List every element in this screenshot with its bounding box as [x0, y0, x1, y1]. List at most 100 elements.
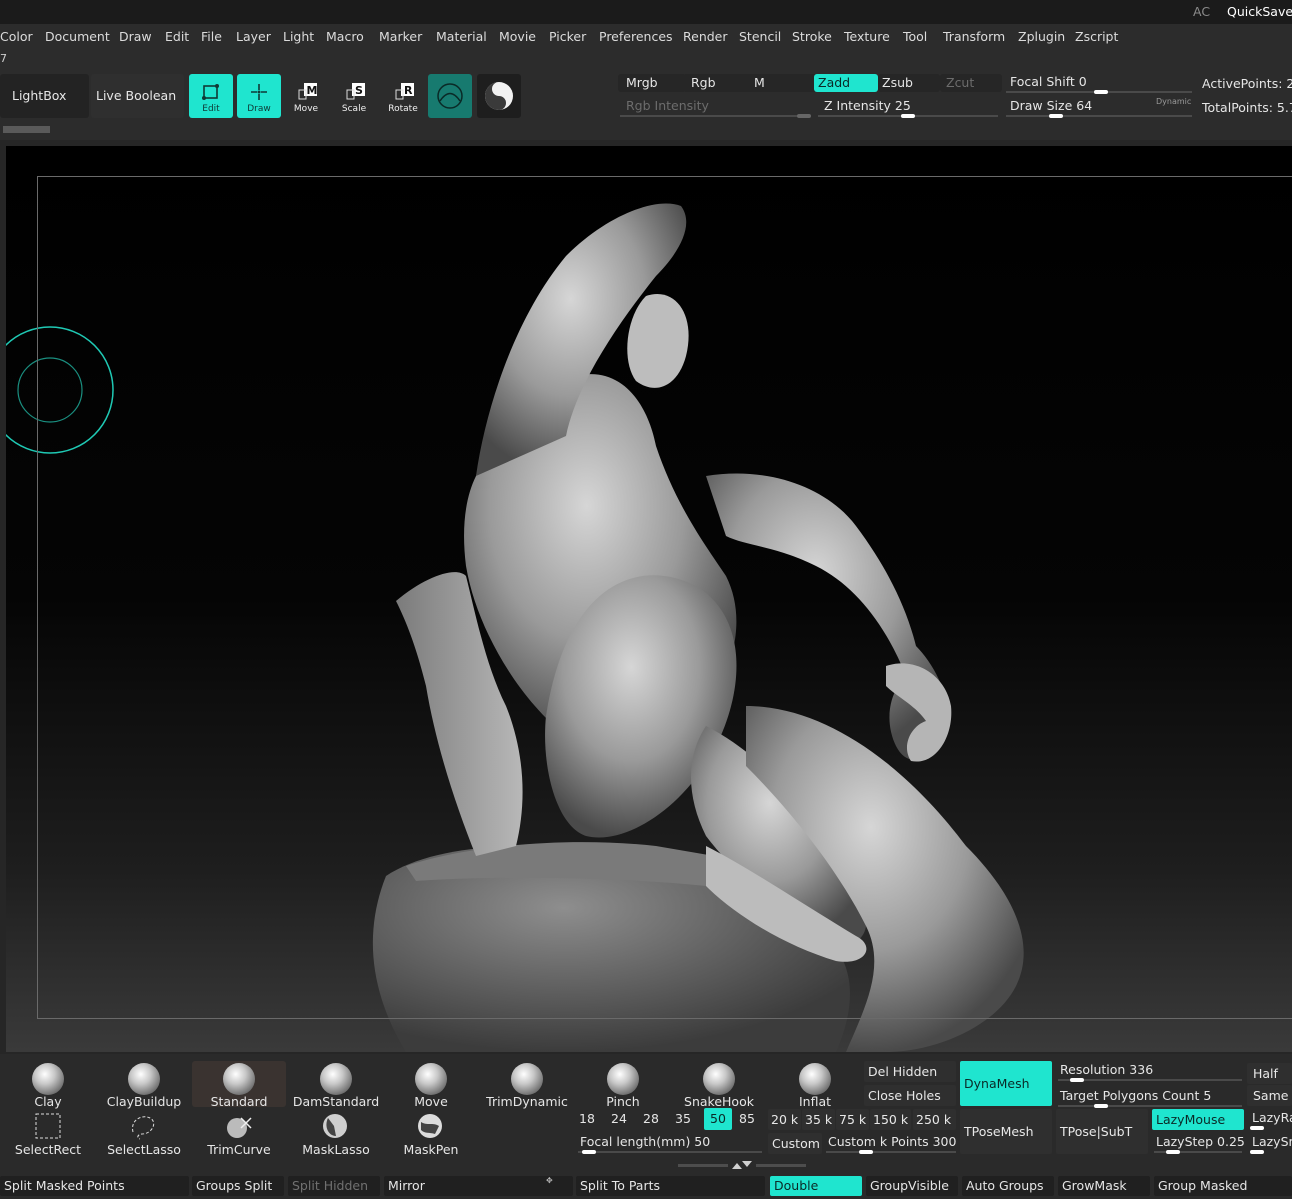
del-hidden-button[interactable]: Del Hidden — [864, 1061, 956, 1082]
lazymouse-button[interactable]: LazyMouse — [1152, 1109, 1244, 1130]
resolution-knob[interactable] — [1070, 1078, 1084, 1082]
menu-render[interactable]: Render — [683, 29, 728, 44]
focal-18-button[interactable]: 18 — [576, 1108, 598, 1130]
quicksave-button[interactable]: QuickSave — [1227, 4, 1292, 19]
target-polygons-slider[interactable] — [1058, 1105, 1242, 1107]
k-150-button[interactable]: 150 k — [870, 1109, 911, 1130]
zadd-button[interactable]: Zadd — [814, 74, 878, 92]
lazysmooth-knob[interactable] — [1250, 1150, 1264, 1154]
menu-texture[interactable]: Texture — [844, 29, 890, 44]
split-hidden-button[interactable]: Split Hidden — [288, 1176, 380, 1196]
zsub-button[interactable]: Zsub — [878, 74, 940, 92]
shelf-collapse-handle[interactable] — [678, 1161, 806, 1169]
live-boolean-button[interactable]: Live Boolean — [91, 74, 184, 118]
menu-macro[interactable]: Macro — [326, 29, 364, 44]
split-masked-points-button[interactable]: Split Masked Points — [0, 1176, 189, 1196]
menu-edit[interactable]: Edit — [165, 29, 189, 44]
menu-tool[interactable]: Tool — [903, 29, 927, 44]
split-to-parts-button[interactable]: Split To Parts — [576, 1176, 765, 1196]
brush-masklasso[interactable]: MaskLasso — [289, 1109, 383, 1157]
rotate-button[interactable]: R Rotate — [381, 74, 425, 118]
brush-damstandard[interactable]: DamStandard — [289, 1061, 383, 1109]
menu-stroke[interactable]: Stroke — [792, 29, 832, 44]
menu-marker[interactable]: Marker — [379, 29, 422, 44]
dynamesh-button[interactable]: DynaMesh — [960, 1061, 1052, 1106]
mirror-options-icon[interactable]: ✥ — [546, 1176, 553, 1185]
mirror-button[interactable]: Mirror — [384, 1176, 573, 1196]
z-intensity-knob[interactable] — [901, 114, 915, 118]
draw-size-knob[interactable] — [1049, 114, 1063, 118]
target-polygons-knob[interactable] — [1094, 1104, 1108, 1108]
brush-inflat[interactable]: Inflat — [768, 1061, 862, 1109]
focal-length-slider[interactable] — [578, 1151, 762, 1153]
move-button[interactable]: M Move — [284, 74, 328, 118]
draw-size-slider[interactable] — [1006, 115, 1192, 117]
tpose-subt-button[interactable]: TPose|SubT — [1056, 1109, 1148, 1154]
menu-color[interactable]: Color — [0, 29, 33, 44]
resolution-slider[interactable] — [1058, 1079, 1242, 1081]
k-75-button[interactable]: 75 k — [836, 1109, 869, 1130]
lightbox-button[interactable]: LightBox — [0, 74, 89, 118]
menu-picker[interactable]: Picker — [549, 29, 586, 44]
brush-pinch[interactable]: Pinch — [576, 1061, 670, 1109]
focal-shift-knob[interactable] — [1094, 90, 1108, 94]
brush-trimcurve[interactable]: TrimCurve — [192, 1109, 286, 1157]
same-button[interactable]: Same — [1247, 1085, 1292, 1106]
menu-light[interactable]: Light — [283, 29, 314, 44]
m-button[interactable]: M — [746, 74, 818, 92]
custom-k-slider[interactable] — [826, 1151, 956, 1153]
menu-zscript[interactable]: Zscript — [1075, 29, 1118, 44]
focal-28-button[interactable]: 28 — [640, 1108, 662, 1130]
groups-split-button[interactable]: Groups Split — [192, 1176, 284, 1196]
scale-button[interactable]: S Scale — [332, 74, 376, 118]
half-button[interactable]: Half — [1247, 1063, 1292, 1084]
double-button[interactable]: Double — [770, 1176, 862, 1196]
menu-zplugin[interactable]: Zplugin — [1018, 29, 1065, 44]
left-tray-handle[interactable] — [3, 126, 50, 133]
menu-preferences[interactable]: Preferences — [599, 29, 673, 44]
menu-transform[interactable]: Transform — [943, 29, 1005, 44]
menu-layer[interactable]: Layer — [236, 29, 271, 44]
menu-document[interactable]: Document — [45, 29, 110, 44]
brush-maskpen[interactable]: MaskPen — [384, 1109, 478, 1157]
growmask-button[interactable]: GrowMask — [1058, 1176, 1150, 1196]
k-35-button[interactable]: 35 k — [802, 1109, 835, 1130]
brush-trimdynamic[interactable]: TrimDynamic — [480, 1061, 574, 1109]
brush-move[interactable]: Move — [384, 1061, 478, 1109]
brush-snakehook[interactable]: SnakeHook — [672, 1061, 766, 1109]
texture-sphere-button[interactable] — [477, 74, 521, 118]
k-20-button[interactable]: 20 k — [768, 1109, 801, 1130]
focal-35-button[interactable]: 35 — [672, 1108, 694, 1130]
auto-groups-button[interactable]: Auto Groups — [962, 1176, 1054, 1196]
zcut-button[interactable]: Zcut — [940, 74, 1002, 92]
brush-clay[interactable]: Clay — [1, 1061, 95, 1109]
brush-standard[interactable]: Standard — [192, 1061, 286, 1109]
draw-button[interactable]: Draw — [237, 74, 281, 118]
rgb-intensity-slider[interactable] — [620, 115, 810, 117]
edit-button[interactable]: Edit — [189, 74, 233, 118]
sculpture-model[interactable] — [6, 146, 1292, 1052]
menu-draw[interactable]: Draw — [119, 29, 152, 44]
menu-movie[interactable]: Movie — [499, 29, 536, 44]
document-canvas[interactable] — [6, 146, 1292, 1052]
rgb-intensity-knob[interactable] — [797, 114, 811, 118]
material-sphere-button[interactable] — [428, 74, 472, 118]
menu-material[interactable]: Material — [436, 29, 487, 44]
brush-selectlasso[interactable]: SelectLasso — [97, 1109, 191, 1157]
dynamic-toggle[interactable]: Dynamic — [1156, 97, 1191, 106]
custom-button[interactable]: Custom — [768, 1133, 822, 1154]
lazyradius-knob[interactable] — [1250, 1126, 1264, 1130]
focal-24-button[interactable]: 24 — [608, 1108, 630, 1130]
rgb-button[interactable]: Rgb — [683, 74, 751, 92]
brush-claybuildup[interactable]: ClayBuildup — [97, 1061, 191, 1109]
menu-stencil[interactable]: Stencil — [739, 29, 781, 44]
custom-k-knob[interactable] — [859, 1150, 873, 1154]
focal-85-button[interactable]: 85 — [736, 1108, 758, 1130]
group-visible-button[interactable]: GroupVisible — [866, 1176, 958, 1196]
menu-file[interactable]: File — [201, 29, 222, 44]
group-masked-button[interactable]: Group Masked — [1154, 1176, 1292, 1196]
mrgb-button[interactable]: Mrgb — [618, 74, 686, 92]
focal-length-knob[interactable] — [582, 1150, 596, 1154]
brush-selectrect[interactable]: SelectRect — [1, 1109, 95, 1157]
focal-50-button[interactable]: 50 — [704, 1108, 732, 1130]
